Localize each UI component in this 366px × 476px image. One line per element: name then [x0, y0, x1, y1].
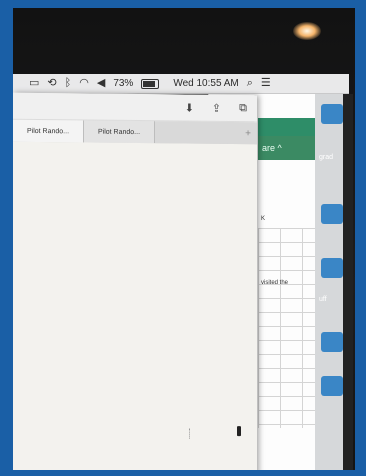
page-content[interactable] — [13, 141, 257, 470]
background-share-bar[interactable]: are ^ — [258, 136, 318, 160]
battery-icon[interactable] — [141, 78, 160, 89]
ceiling-light — [293, 22, 321, 40]
volume-icon[interactable]: ◀ — [97, 78, 105, 89]
background-toolbar — [258, 118, 318, 136]
cell-text: visited the — [261, 280, 289, 286]
tab-pilot-1[interactable]: Pilot Rando... — [13, 119, 84, 143]
share-icon[interactable]: ⇪ — [212, 101, 221, 114]
desktop-folder-icon[interactable] — [321, 332, 343, 352]
bezel-strip — [343, 94, 353, 470]
mac-menu-bar: ▭ ⟲ ᛒ ◠ ◀ 73% Wed 10:55 AM ⌕ ☰ — [13, 74, 349, 94]
desktop-folder-icon[interactable] — [321, 258, 343, 278]
share-label: are ^ — [262, 143, 282, 153]
desktop-label-2: uff — [319, 296, 327, 303]
tab-label: Pilot Rando... — [26, 127, 70, 135]
tab-label: Pilot Rando... — [97, 128, 141, 136]
desktop-folder-icon[interactable] — [321, 104, 343, 124]
download-icon[interactable]: ⬇ — [185, 101, 194, 114]
column-label: K — [261, 216, 266, 222]
new-tab-button[interactable]: + — [239, 122, 257, 144]
tab-pilot-2[interactable]: Pilot Rando... — [84, 120, 155, 144]
menu-clock[interactable]: Wed 10:55 AM — [173, 78, 238, 89]
bluetooth-icon[interactable]: ᛒ — [65, 78, 72, 89]
desktop-folder-icon[interactable] — [321, 204, 343, 224]
browser-window: ⬇ ⇪ ⧉ Pilot Rando... Pilot Rando... + — [13, 92, 257, 470]
browser-toolbar: ⬇ ⇪ ⧉ — [13, 92, 257, 123]
desktop-folder-icon[interactable] — [321, 376, 343, 396]
time-machine-icon[interactable]: ⟲ — [47, 78, 56, 89]
spotlight-search-icon[interactable]: ⌕ — [247, 78, 253, 89]
battery-percent[interactable]: 73% — [113, 78, 133, 89]
notification-center-icon[interactable]: ☰ — [261, 78, 271, 89]
scroll-handle[interactable] — [237, 426, 241, 437]
desktop-label-1: grad — [319, 154, 334, 161]
wifi-icon[interactable]: ◠ — [79, 78, 89, 89]
text-cursor — [189, 428, 191, 439]
airplay-icon[interactable]: ▭ — [29, 78, 39, 89]
tabs-overview-icon[interactable]: ⧉ — [239, 102, 247, 115]
screen-photo: ▭ ⟲ ᛒ ◠ ◀ 73% Wed 10:55 AM ⌕ ☰ are ^ K v… — [13, 8, 355, 470]
